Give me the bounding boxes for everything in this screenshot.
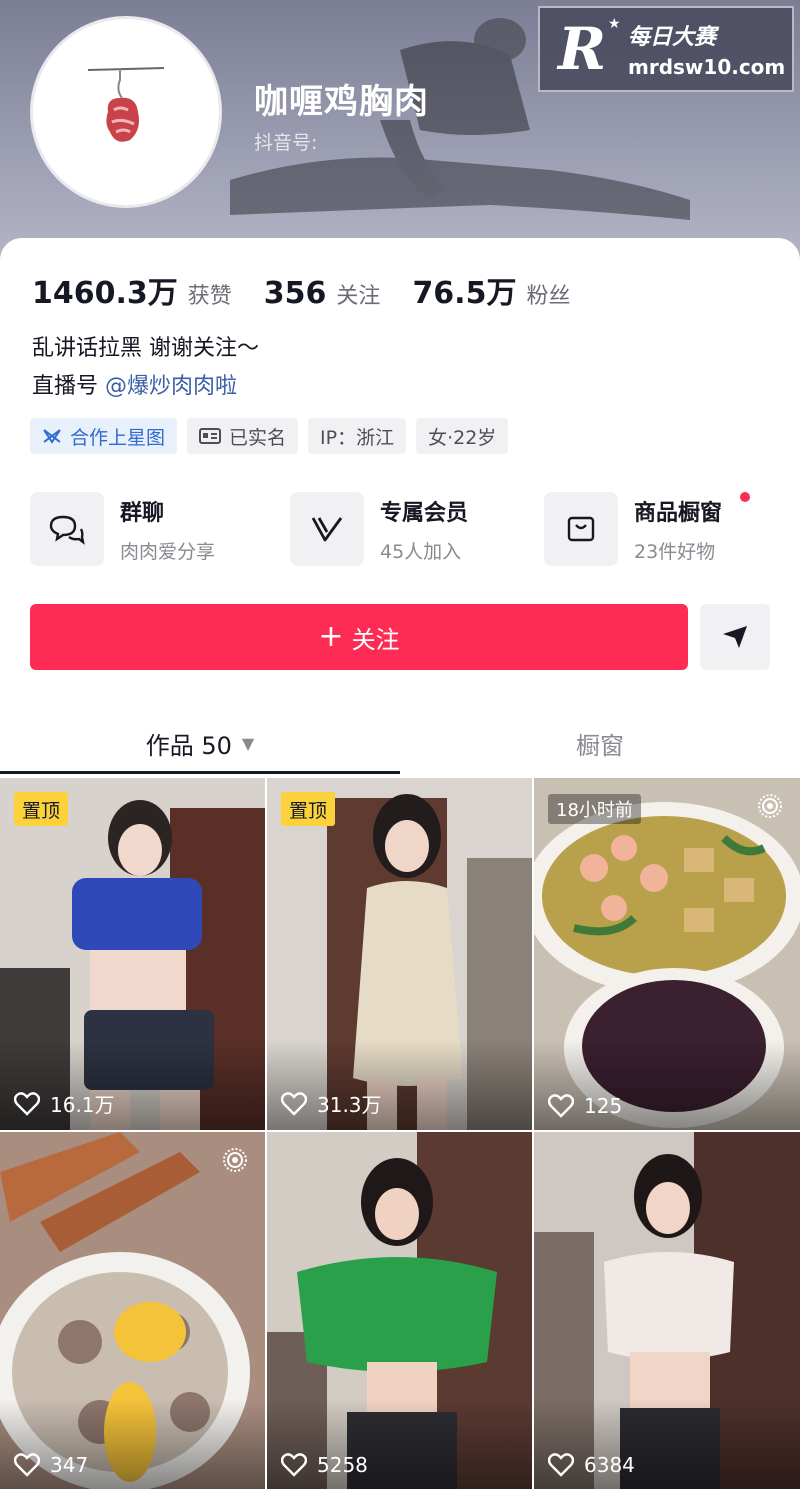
feature-title: 群聊 [120,500,165,526]
star-map-icon [42,427,62,445]
video-grid: 置顶 16.1万 置顶 31.3万 18小时前 125 347 5258 638… [0,778,800,1489]
watermark-url: mrdsw10.com [628,55,786,79]
nickname: 咖喱鸡胸肉 [254,82,429,122]
feature-shop-window[interactable]: 商品橱窗 23件好物 [544,492,750,566]
tag-row: 合作上星图 已实名 IP：浙江 女·22岁 [30,418,518,454]
heart-icon [281,1453,307,1477]
douyin-id-label: 抖音号: [254,132,318,154]
feature-title: 专属会员 [380,500,469,526]
watermark-logo: R ★ 每日大赛 mrdsw10.com [538,6,794,92]
like-count: 31.3万 [281,1089,382,1118]
stat-label: 关注 [336,284,381,309]
tag-label: IP：浙江 [320,426,395,449]
tag-gender-age: 女·22岁 [416,418,509,454]
heart-icon [14,1091,40,1116]
like-count-value: 125 [584,1094,623,1118]
send-icon [723,626,747,648]
feature-title: 商品橱窗 [634,500,723,526]
tag-verified: 已实名 [187,418,299,454]
tag-label: 女·22岁 [428,426,497,449]
video-thumbnail[interactable]: 6384 [534,1132,800,1489]
follow-button[interactable]: + 关注 [30,604,688,670]
pinned-badge: 置顶 [14,792,69,826]
heart-icon [548,1094,574,1118]
id-card-icon [199,427,222,445]
like-count: 6384 [548,1453,635,1477]
stat-following[interactable]: 356 关注 [264,276,381,311]
star-icon: ★ [608,16,621,32]
hanging-meat-icon [87,67,165,142]
like-count: 5258 [281,1453,368,1477]
tag-label: 合作上星图 [70,426,166,449]
bio-live-label: 直播号 [32,374,99,399]
heart-icon [281,1091,307,1116]
pinned-badge: 置顶 [281,792,336,826]
tag-ip: IP：浙江 [308,418,407,454]
tab-shop-window[interactable]: 橱窗 [400,712,800,774]
stats-row: 1460.3万 获赞 356 关注 76.5万 粉丝 [32,268,602,312]
profile-header: 咖喱鸡胸肉 抖音号: R ★ 每日大赛 mrdsw10.com [0,0,800,262]
video-thumbnail[interactable]: 5258 [267,1132,532,1489]
tag-label: 已实名 [229,426,287,449]
plus-icon: + [318,619,344,654]
feature-subtitle: 45人加入 [380,540,462,563]
feature-member[interactable]: 专属会员 45人加入 [290,492,468,566]
like-count: 16.1万 [14,1089,115,1118]
stat-label: 获赞 [187,284,232,309]
follow-label: 关注 [351,625,400,654]
avatar[interactable] [30,16,222,208]
stat-value: 356 [263,276,327,311]
like-count-value: 5258 [317,1453,368,1477]
live-photo-icon [223,1148,247,1172]
live-photo-icon [758,794,782,818]
video-thumbnail[interactable]: 置顶 31.3万 [267,778,532,1130]
member-icon [290,492,364,566]
bio: 乱讲话拉黑 谢谢关注～ 直播号 @爆炒肉肉啦 [32,330,259,406]
video-thumbnail[interactable]: 置顶 16.1万 [0,778,265,1130]
bio-line: 乱讲话拉黑 谢谢关注～ [32,336,259,361]
stat-value: 76.5万 [412,276,517,311]
notification-dot [740,492,750,502]
feature-group-chat[interactable]: 群聊 肉肉爱分享 [30,492,215,566]
content-tabs: 作品 50 ▼ 橱窗 [0,712,800,774]
stat-followers[interactable]: 76.5万 粉丝 [412,268,570,312]
like-count: 347 [14,1453,88,1477]
live-account-link[interactable]: @爆炒肉肉啦 [105,374,237,399]
feature-subtitle: 肉肉爱分享 [120,540,216,563]
active-tab-indicator [0,771,400,774]
caret-down-icon: ▼ [241,733,255,753]
tab-label: 作品 50 [145,731,232,760]
video-thumbnail[interactable]: 18小时前 125 [534,778,800,1130]
stat-likes[interactable]: 1460.3万 获赞 [32,268,232,312]
post-time-badge: 18小时前 [548,794,641,824]
like-count-value: 31.3万 [317,1093,382,1117]
watermark-title: 每日大赛 [628,25,717,50]
heart-icon [14,1453,40,1477]
feature-subtitle: 23件好物 [634,540,716,563]
stat-label: 粉丝 [526,284,571,309]
video-thumbnail[interactable]: 347 [0,1132,265,1489]
tag-star-map[interactable]: 合作上星图 [30,418,178,454]
like-count: 125 [548,1094,622,1118]
profile-card: 1460.3万 获赞 356 关注 76.5万 粉丝 乱讲话拉黑 谢谢关注～ 直… [0,238,800,778]
shopping-bag-icon [544,492,618,566]
like-count-value: 16.1万 [50,1093,115,1117]
like-count-value: 6384 [584,1453,635,1477]
like-count-value: 347 [50,1453,89,1477]
stat-value: 1460.3万 [32,276,178,311]
group-chat-icon [30,492,104,566]
share-button[interactable] [700,604,770,670]
tab-works[interactable]: 作品 50 ▼ [0,712,400,774]
heart-icon [548,1453,574,1477]
tab-label: 橱窗 [576,731,624,760]
feature-row: 群聊 肉肉爱分享 专属会员 45人加入 商品橱窗 23件好物 [30,492,770,566]
